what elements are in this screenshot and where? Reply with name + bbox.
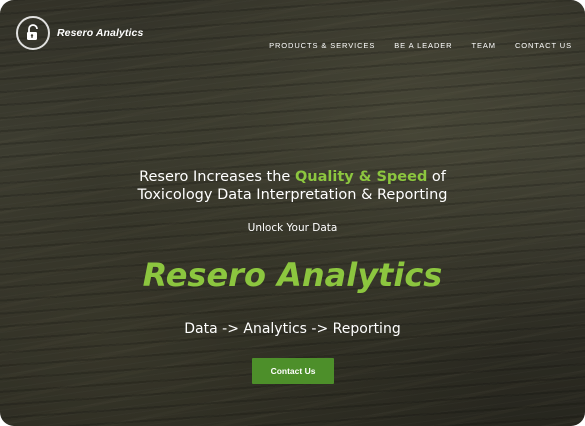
site-logo[interactable]: Resero Analytics [16, 16, 143, 50]
main-nav: PRODUCTS & SERVICES BE A LEADER TEAM CON… [250, 41, 572, 50]
hero-subline: Data -> Analytics -> Reporting [184, 321, 401, 337]
hero-brand-title: Resero Analytics [142, 256, 443, 294]
headline-highlight: Quality & Speed [294, 169, 428, 185]
hero-tagline: Unlock Your Data [247, 222, 338, 234]
nav-products-services[interactable]: PRODUCTS & SERVICES [269, 41, 375, 50]
open-padlock-icon [16, 16, 50, 50]
nav-be-a-leader[interactable]: BE A LEADER [394, 41, 452, 50]
nav-team[interactable]: TEAM [472, 41, 496, 50]
headline-text-start: Resero Increases the [139, 169, 295, 185]
logo-text: Resero Analytics [57, 27, 144, 39]
hero-section: Resero Analytics PRODUCTS & SERVICES BE … [0, 0, 585, 426]
hero-headline: Resero Increases the Quality & Speed of … [0, 168, 585, 204]
contact-us-button[interactable]: Contact Us [252, 358, 334, 384]
headline-line-2: Toxicology Data Interpretation & Reporti… [137, 187, 448, 203]
headline-text-end: of [427, 169, 446, 185]
nav-contact-us[interactable]: CONTACT US [515, 41, 572, 50]
